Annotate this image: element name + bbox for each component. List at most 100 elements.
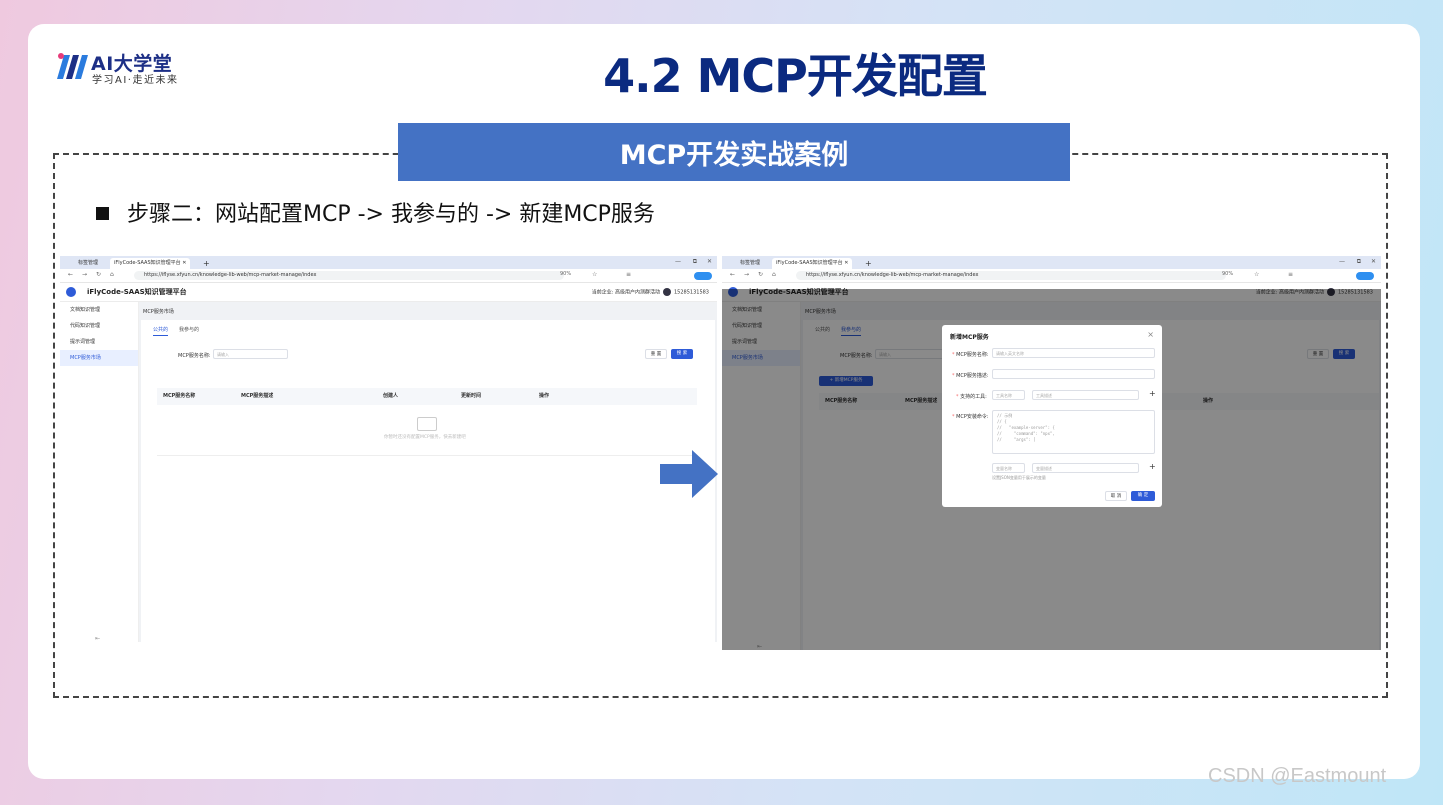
- step-text: 步骤二：网站配置MCP -> 我参与的 -> 新建MCP服务: [96, 196, 655, 228]
- restore-icon-2[interactable]: ⧉: [1357, 258, 1361, 266]
- enterprise-name: 高级用户内测群活动: [614, 289, 660, 296]
- sidebar: 文档知识管理 代码知识管理 提示词管理 MCP服务市场 ⇤: [60, 302, 139, 642]
- cloud-icon[interactable]: [694, 272, 712, 280]
- user-info[interactable]: 当前企业: 高级用户内测群活动 15285131583: [592, 288, 709, 296]
- cancel-button[interactable]: 取 消: [1105, 491, 1127, 501]
- forward-icon[interactable]: →: [82, 271, 87, 278]
- sidebar-item-mcp[interactable]: MCP服务市场: [60, 350, 138, 366]
- name-label-text: MCP服务名称:: [956, 352, 989, 358]
- screenshot-after: 标签管理 iFlyCode-SAAS知识管理平台 ✕ + — ⧉ ✕ ← → ↻…: [722, 256, 1381, 650]
- address-bar: ← → ↻ ⌂ https://iflyse.xfyun.cn/knowledg…: [60, 269, 717, 283]
- breadcrumb: MCP服务市场: [143, 309, 174, 315]
- screenshot-before: 标签管理 iFlyCode-SAAS知识管理平台 ✕ + — ⧉ ✕ ← → ↻…: [60, 256, 717, 642]
- zoom-level[interactable]: 90%: [560, 271, 571, 277]
- confirm-button[interactable]: 确 定: [1131, 491, 1155, 501]
- sidebar-item-code[interactable]: 代码知识管理: [60, 318, 138, 334]
- section-banner: MCP开发实战案例: [398, 123, 1070, 181]
- col-updated: 更新时间: [461, 393, 482, 399]
- install-label-text: MCP安装命令:: [956, 414, 989, 420]
- col-actions: 操作: [539, 393, 550, 399]
- logo-mark-icon: [57, 53, 88, 79]
- minimize-icon-2[interactable]: —: [1339, 258, 1345, 265]
- logo-tagline: 学习AI·走近未来: [92, 75, 179, 86]
- forward-icon-2[interactable]: →: [744, 271, 749, 278]
- sidebar-item-docs[interactable]: 文档知识管理: [60, 302, 138, 318]
- install-command-input[interactable]: // 示例 // { // "example-server": { // "co…: [992, 410, 1155, 454]
- reload-icon[interactable]: ↻: [96, 271, 101, 278]
- app-logo-icon: [66, 287, 76, 297]
- var-desc-input[interactable]: 变量描述: [1032, 463, 1139, 473]
- watermark: CSDN @Eastmount: [1208, 765, 1387, 787]
- tab-tag-manager[interactable]: 标签管理: [78, 258, 98, 269]
- tab-active-label: iFlyCode-SAAS知识管理平台: [114, 260, 181, 266]
- cloud-icon-2[interactable]: [1356, 272, 1374, 280]
- star-icon-2[interactable]: ☆: [1254, 271, 1259, 278]
- url-field[interactable]: https://iflyse.xfyun.cn/knowledge-lib-we…: [134, 271, 564, 280]
- desc-label: * MCP服务描述:: [952, 373, 989, 379]
- table-header: MCP服务名称 MCP服务描述 创建人 更新时间 操作: [157, 388, 697, 405]
- sidebar-collapse-icon[interactable]: ⇤: [95, 635, 100, 642]
- name-label: * MCP服务名称:: [952, 352, 989, 358]
- tab-close-icon[interactable]: ✕: [182, 260, 186, 266]
- new-tab-button[interactable]: +: [203, 258, 210, 269]
- empty-text: 你暂时还没有配置MCP服务，快去新建吧: [384, 435, 466, 440]
- dialog-title: 新增MCP服务: [950, 334, 989, 341]
- table-divider: [157, 455, 697, 456]
- col-desc: MCP服务描述: [241, 393, 274, 399]
- browser-tab-bar: 标签管理 iFlyCode-SAAS知识管理平台 ✕ + — ⧉ ✕: [60, 256, 717, 269]
- address-bar-2: ← → ↻ ⌂ https://iflyse.xfyun.cn/knowledg…: [722, 269, 1381, 283]
- back-icon[interactable]: ←: [68, 271, 73, 278]
- new-tab-button-2[interactable]: +: [865, 258, 872, 269]
- main-area: MCP服务市场 公共的 我参与的 MCP服务名称: 请输入 重 置 搜 索 MC…: [139, 302, 717, 642]
- tool-name-input[interactable]: 工具名称: [992, 390, 1025, 400]
- name-input[interactable]: 请输入英文名称: [992, 348, 1155, 358]
- tab-close-icon-2[interactable]: ✕: [844, 260, 848, 266]
- content-panel: 公共的 我参与的 MCP服务名称: 请输入 重 置 搜 索 MCP服务名称 MC…: [141, 320, 715, 642]
- add-var-icon[interactable]: +: [1149, 462, 1156, 471]
- brand-logo: AI大学堂 学习AI·走近未来: [55, 47, 205, 87]
- window-close-icon-2[interactable]: ✕: [1371, 258, 1376, 265]
- app-header: iFlyCode-SAAS知识管理平台 当前企业: 高级用户内测群活动 15285…: [60, 283, 717, 302]
- tab-active[interactable]: iFlyCode-SAAS知识管理平台 ✕: [110, 258, 191, 269]
- desc-input[interactable]: [992, 369, 1155, 379]
- empty-box-icon: [417, 417, 437, 431]
- tab-public[interactable]: 公共的: [153, 326, 169, 336]
- back-icon-2[interactable]: ←: [730, 271, 735, 278]
- home-icon[interactable]: ⌂: [110, 271, 114, 278]
- search-input[interactable]: 请输入: [213, 349, 288, 359]
- step-label: 步骤二：网站配置MCP -> 我参与的 -> 新建MCP服务: [127, 202, 655, 227]
- tool-desc-input[interactable]: 工具描述: [1032, 390, 1139, 400]
- reload-icon-2[interactable]: ↻: [758, 271, 763, 278]
- dialog-close-icon[interactable]: ×: [1147, 330, 1154, 339]
- browser-tab-bar-2: 标签管理 iFlyCode-SAAS知识管理平台 ✕ + — ⧉ ✕: [722, 256, 1381, 269]
- tab-tag-manager-2[interactable]: 标签管理: [740, 258, 760, 269]
- app-title: iFlyCode-SAAS知识管理平台: [87, 288, 187, 296]
- tools-label: * 支持的工具:: [956, 394, 987, 400]
- search-label: MCP服务名称:: [178, 353, 211, 359]
- arrow-right-icon: [660, 450, 718, 498]
- new-mcp-dialog: 新增MCP服务 × * MCP服务名称: 请输入英文名称 * MCP服务描述: …: [942, 325, 1162, 507]
- window-close-icon[interactable]: ✕: [707, 258, 712, 265]
- restore-icon[interactable]: ⧉: [693, 258, 697, 266]
- menu-icon-2[interactable]: ≡: [1288, 271, 1293, 278]
- desc-label-text: MCP服务描述:: [956, 373, 989, 379]
- tools-label-text: 支持的工具:: [960, 394, 987, 400]
- menu-icon[interactable]: ≡: [626, 271, 631, 278]
- avatar[interactable]: [663, 288, 671, 296]
- var-name-input[interactable]: 变量名称: [992, 463, 1025, 473]
- minimize-icon[interactable]: —: [675, 258, 681, 265]
- home-icon-2[interactable]: ⌂: [772, 271, 776, 278]
- slide-title: 4.2 MCP开发配置: [603, 49, 988, 103]
- bullet-square-icon: [96, 206, 109, 220]
- sidebar-item-prompts[interactable]: 提示词管理: [60, 334, 138, 350]
- install-label: * MCP安装命令:: [952, 414, 989, 420]
- star-icon[interactable]: ☆: [592, 271, 597, 278]
- var-hint: 设置JSON变量用于展示的变量: [992, 475, 1046, 480]
- tab-active-2[interactable]: iFlyCode-SAAS知识管理平台 ✕: [772, 258, 853, 269]
- zoom-level-2[interactable]: 90%: [1222, 271, 1233, 277]
- search-button[interactable]: 搜 索: [671, 349, 693, 359]
- add-tool-icon[interactable]: +: [1149, 389, 1156, 398]
- url-field-2[interactable]: https://iflyse.xfyun.cn/knowledge-lib-we…: [796, 271, 1226, 280]
- reset-button[interactable]: 重 置: [645, 349, 667, 359]
- tab-participated[interactable]: 我参与的: [179, 326, 199, 333]
